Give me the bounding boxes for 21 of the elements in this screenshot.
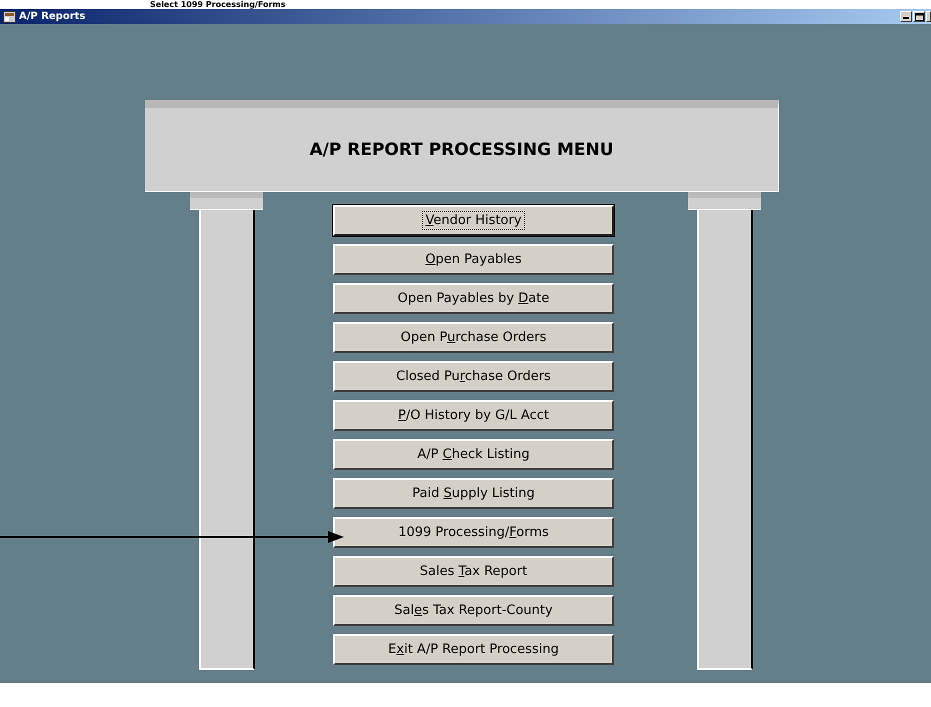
maximize-icon	[914, 12, 924, 20]
menu-button[interactable]: Sales Tax Report-County	[333, 595, 614, 626]
app-icon	[3, 10, 16, 22]
menu-button[interactable]: Open Payables	[333, 244, 614, 275]
menu-button[interactable]: A/P Check Listing	[333, 439, 614, 470]
close-button[interactable]	[926, 11, 931, 22]
menu-button[interactable]: Open Payables by Date	[333, 283, 614, 314]
minimize-icon	[903, 17, 909, 19]
menu-button[interactable]: Exit A/P Report Processing	[333, 634, 614, 665]
menu-button[interactable]: P/O History by G/L Acct	[333, 400, 614, 431]
minimize-button[interactable]	[900, 11, 912, 22]
page-heading: Select 1099 Processing/Forms	[149, 0, 287, 9]
maximize-button[interactable]	[913, 11, 925, 22]
window-title: A/P Reports	[19, 11, 86, 22]
menu-button[interactable]: Vendor History	[333, 205, 614, 236]
menu-button[interactable]: Sales Tax Report	[333, 556, 614, 587]
menu-title: A/P REPORT PROCESSING MENU	[310, 140, 614, 160]
menu-button[interactable]: Paid Supply Listing	[333, 478, 614, 509]
menu-button[interactable]: 1099 Processing/Forms	[333, 517, 614, 548]
menu-button[interactable]: Closed Purchase Orders	[333, 361, 614, 392]
menu-button[interactable]: Open Purchase Orders	[333, 322, 614, 353]
